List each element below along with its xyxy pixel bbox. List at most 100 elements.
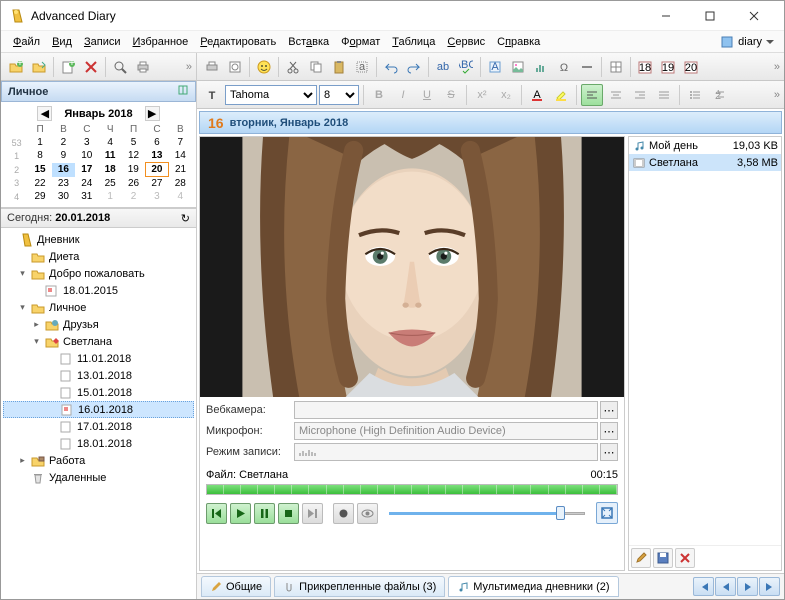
paste-icon[interactable] — [328, 56, 350, 78]
bullets-icon[interactable] — [684, 84, 706, 106]
mic-dropdown[interactable]: ⋯ — [600, 422, 618, 440]
date-20[interactable]: 20 — [680, 56, 702, 78]
tab-general[interactable]: Общие — [201, 576, 271, 597]
close-button[interactable] — [732, 2, 776, 30]
align-justify-icon[interactable] — [653, 84, 675, 106]
copy-icon[interactable] — [305, 56, 327, 78]
nav-first[interactable] — [693, 577, 714, 596]
spellcheck-icon[interactable]: ABC — [455, 56, 477, 78]
find-icon[interactable]: ab — [432, 56, 454, 78]
file-row[interactable]: Мой день19,03 KB — [629, 137, 781, 154]
menu-edit[interactable]: Редактировать — [194, 34, 282, 50]
calendar-prev[interactable]: ◀ — [37, 106, 52, 121]
mode-dropdown[interactable]: ⋯ — [600, 443, 618, 461]
delete-file-button[interactable] — [675, 548, 695, 568]
date-18[interactable]: 18 — [634, 56, 656, 78]
menu-format[interactable]: Формат — [335, 34, 386, 50]
file-row-selected[interactable]: Светлана3,58 MB — [629, 154, 781, 171]
new-entry-icon[interactable]: + — [57, 56, 79, 78]
superscript-icon[interactable]: x² — [471, 84, 493, 106]
tree-entry[interactable]: 13.01.2018 — [3, 367, 194, 384]
style-icon[interactable]: T — [201, 84, 223, 106]
menu-service[interactable]: Сервис — [441, 34, 491, 50]
minimize-button[interactable] — [644, 2, 688, 30]
select-all-icon[interactable]: a — [351, 56, 373, 78]
font-select[interactable]: Tahoma — [225, 85, 317, 105]
tree-personal[interactable]: ▾Личное — [3, 299, 194, 316]
edit-file-button[interactable] — [631, 548, 651, 568]
pin-icon[interactable] — [177, 84, 189, 99]
goto-today-icon[interactable]: ↻ — [181, 212, 190, 225]
play-button[interactable] — [230, 503, 251, 524]
save-file-button[interactable] — [653, 548, 673, 568]
tree-work[interactable]: ▸Работа — [3, 452, 194, 469]
date-19[interactable]: 19 — [657, 56, 679, 78]
numbers-icon[interactable]: 12 — [708, 84, 730, 106]
redo-icon[interactable] — [403, 56, 425, 78]
search-icon[interactable] — [109, 56, 131, 78]
tree-friends[interactable]: ▸Друзья — [3, 316, 194, 333]
tree-entry[interactable]: 17.01.2018 — [3, 418, 194, 435]
menu-file[interactable]: Файл — [7, 34, 46, 50]
menu-table[interactable]: Таблица — [386, 34, 441, 50]
tab-multimedia[interactable]: Мультимедиа дневники (2) — [448, 576, 618, 597]
webcam-dropdown[interactable]: ⋯ — [600, 401, 618, 419]
subscript-icon[interactable]: x₂ — [495, 84, 517, 106]
align-left-icon[interactable] — [581, 84, 603, 106]
align-center-icon[interactable] — [605, 84, 627, 106]
tree-entry[interactable]: 18.01.2018 — [3, 435, 194, 452]
image-icon[interactable] — [507, 56, 529, 78]
open-folder-icon[interactable] — [28, 56, 50, 78]
tab-attachments[interactable]: Прикрепленные файлы (3) — [274, 576, 445, 597]
italic-icon[interactable]: I — [392, 84, 414, 106]
cut-icon[interactable] — [282, 56, 304, 78]
text-mode-icon[interactable]: A — [484, 56, 506, 78]
fullscreen-button[interactable] — [596, 502, 618, 524]
tree-entry[interactable]: 11.01.2018 — [3, 350, 194, 367]
eye-button[interactable] — [357, 503, 378, 524]
stop-button[interactable] — [278, 503, 299, 524]
volume-slider[interactable] — [389, 510, 585, 517]
progress-bar[interactable] — [206, 484, 618, 495]
menu-favorites[interactable]: Избранное — [127, 34, 195, 50]
size-select[interactable]: 8 — [319, 85, 359, 105]
print-icon[interactable] — [201, 56, 223, 78]
menu-view[interactable]: Вид — [46, 34, 78, 50]
tree-diet[interactable]: Диета — [3, 248, 194, 265]
undo-icon[interactable] — [380, 56, 402, 78]
tree-diary[interactable]: Дневник — [3, 231, 194, 248]
nav-next[interactable] — [737, 577, 758, 596]
diary-selector[interactable]: diary — [716, 33, 778, 51]
calendar-next[interactable]: ▶ — [145, 106, 160, 121]
table-icon[interactable] — [605, 56, 627, 78]
tree-welcome[interactable]: ▾Добро пожаловать — [3, 265, 194, 282]
maximize-button[interactable] — [688, 2, 732, 30]
nav-prev[interactable] — [715, 577, 736, 596]
preview-icon[interactable] — [224, 56, 246, 78]
chart-icon[interactable] — [530, 56, 552, 78]
underline-icon[interactable]: U — [416, 84, 438, 106]
tree-svetlana[interactable]: ▾Светлана — [3, 333, 194, 350]
tree-trash[interactable]: Удаленные — [3, 469, 194, 486]
tree-entry-selected[interactable]: 16.01.2018 — [3, 401, 194, 418]
skip-start-button[interactable] — [206, 503, 227, 524]
record-button[interactable] — [333, 503, 354, 524]
bold-icon[interactable]: B — [368, 84, 390, 106]
calendar-month[interactable]: Январь 2018 — [56, 108, 140, 120]
tree-entry[interactable]: 15.01.2018 — [3, 384, 194, 401]
skip-end-button[interactable] — [302, 503, 323, 524]
align-right-icon[interactable] — [629, 84, 651, 106]
new-folder-icon[interactable]: + — [5, 56, 27, 78]
print-icon[interactable] — [132, 56, 154, 78]
menu-entries[interactable]: Записи — [78, 34, 127, 50]
highlight-icon[interactable] — [550, 84, 572, 106]
symbol-icon[interactable]: Ω — [553, 56, 575, 78]
nav-last[interactable] — [759, 577, 780, 596]
line-icon[interactable] — [576, 56, 598, 78]
menu-help[interactable]: Справка — [491, 34, 546, 50]
tree-welcome-date[interactable]: 18.01.2015 — [3, 282, 194, 299]
strike-icon[interactable]: S — [440, 84, 462, 106]
menu-insert[interactable]: Вставка — [282, 34, 335, 50]
pause-button[interactable] — [254, 503, 275, 524]
delete-icon[interactable] — [80, 56, 102, 78]
